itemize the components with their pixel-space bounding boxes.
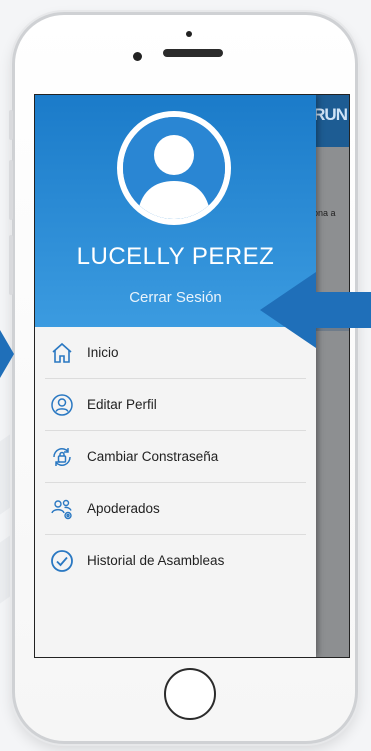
user-silhouette-icon bbox=[123, 117, 225, 219]
earpiece-speaker bbox=[163, 49, 223, 57]
navigation-drawer: LUCELLY PEREZ Cerrar Sesión Inicio Edita bbox=[35, 95, 316, 657]
user-name: LUCELLY PEREZ bbox=[76, 243, 275, 270]
front-sensor bbox=[186, 31, 192, 37]
drawer-menu: Inicio Editar Perfil Cambiar Constraseña… bbox=[35, 327, 316, 586]
check-circle-icon bbox=[49, 548, 75, 574]
phone-side-button bbox=[9, 235, 13, 295]
menu-item-editar-perfil[interactable]: Editar Perfil bbox=[45, 379, 306, 431]
phone-side-button bbox=[9, 110, 13, 140]
phone-side-button bbox=[9, 160, 13, 220]
lock-refresh-icon bbox=[49, 444, 75, 470]
background-app-text: iona a bbox=[311, 208, 336, 218]
home-button[interactable] bbox=[164, 668, 216, 720]
menu-item-apoderados[interactable]: Apoderados bbox=[45, 483, 306, 535]
menu-item-label: Editar Perfil bbox=[87, 397, 157, 412]
menu-item-cambiar-constrasena[interactable]: Cambiar Constraseña bbox=[45, 431, 306, 483]
menu-item-historial-asambleas[interactable]: Historial de Asambleas bbox=[45, 535, 306, 586]
phone-screen: RUN iona a LUCELLY PEREZ Cerrar Sesión I… bbox=[34, 94, 350, 658]
avatar[interactable] bbox=[117, 111, 231, 225]
user-circle-icon bbox=[49, 392, 75, 418]
menu-item-label: Historial de Asambleas bbox=[87, 553, 225, 568]
users-icon bbox=[49, 496, 75, 522]
callout-arrow-icon bbox=[0, 330, 14, 378]
background-app-logo: RUN bbox=[313, 105, 348, 124]
menu-item-label: Inicio bbox=[87, 345, 119, 360]
front-camera bbox=[133, 52, 142, 61]
callout-arrow-icon bbox=[260, 272, 371, 348]
home-icon bbox=[49, 340, 75, 366]
menu-item-label: Apoderados bbox=[87, 501, 160, 516]
menu-item-label: Cambiar Constraseña bbox=[87, 449, 219, 464]
